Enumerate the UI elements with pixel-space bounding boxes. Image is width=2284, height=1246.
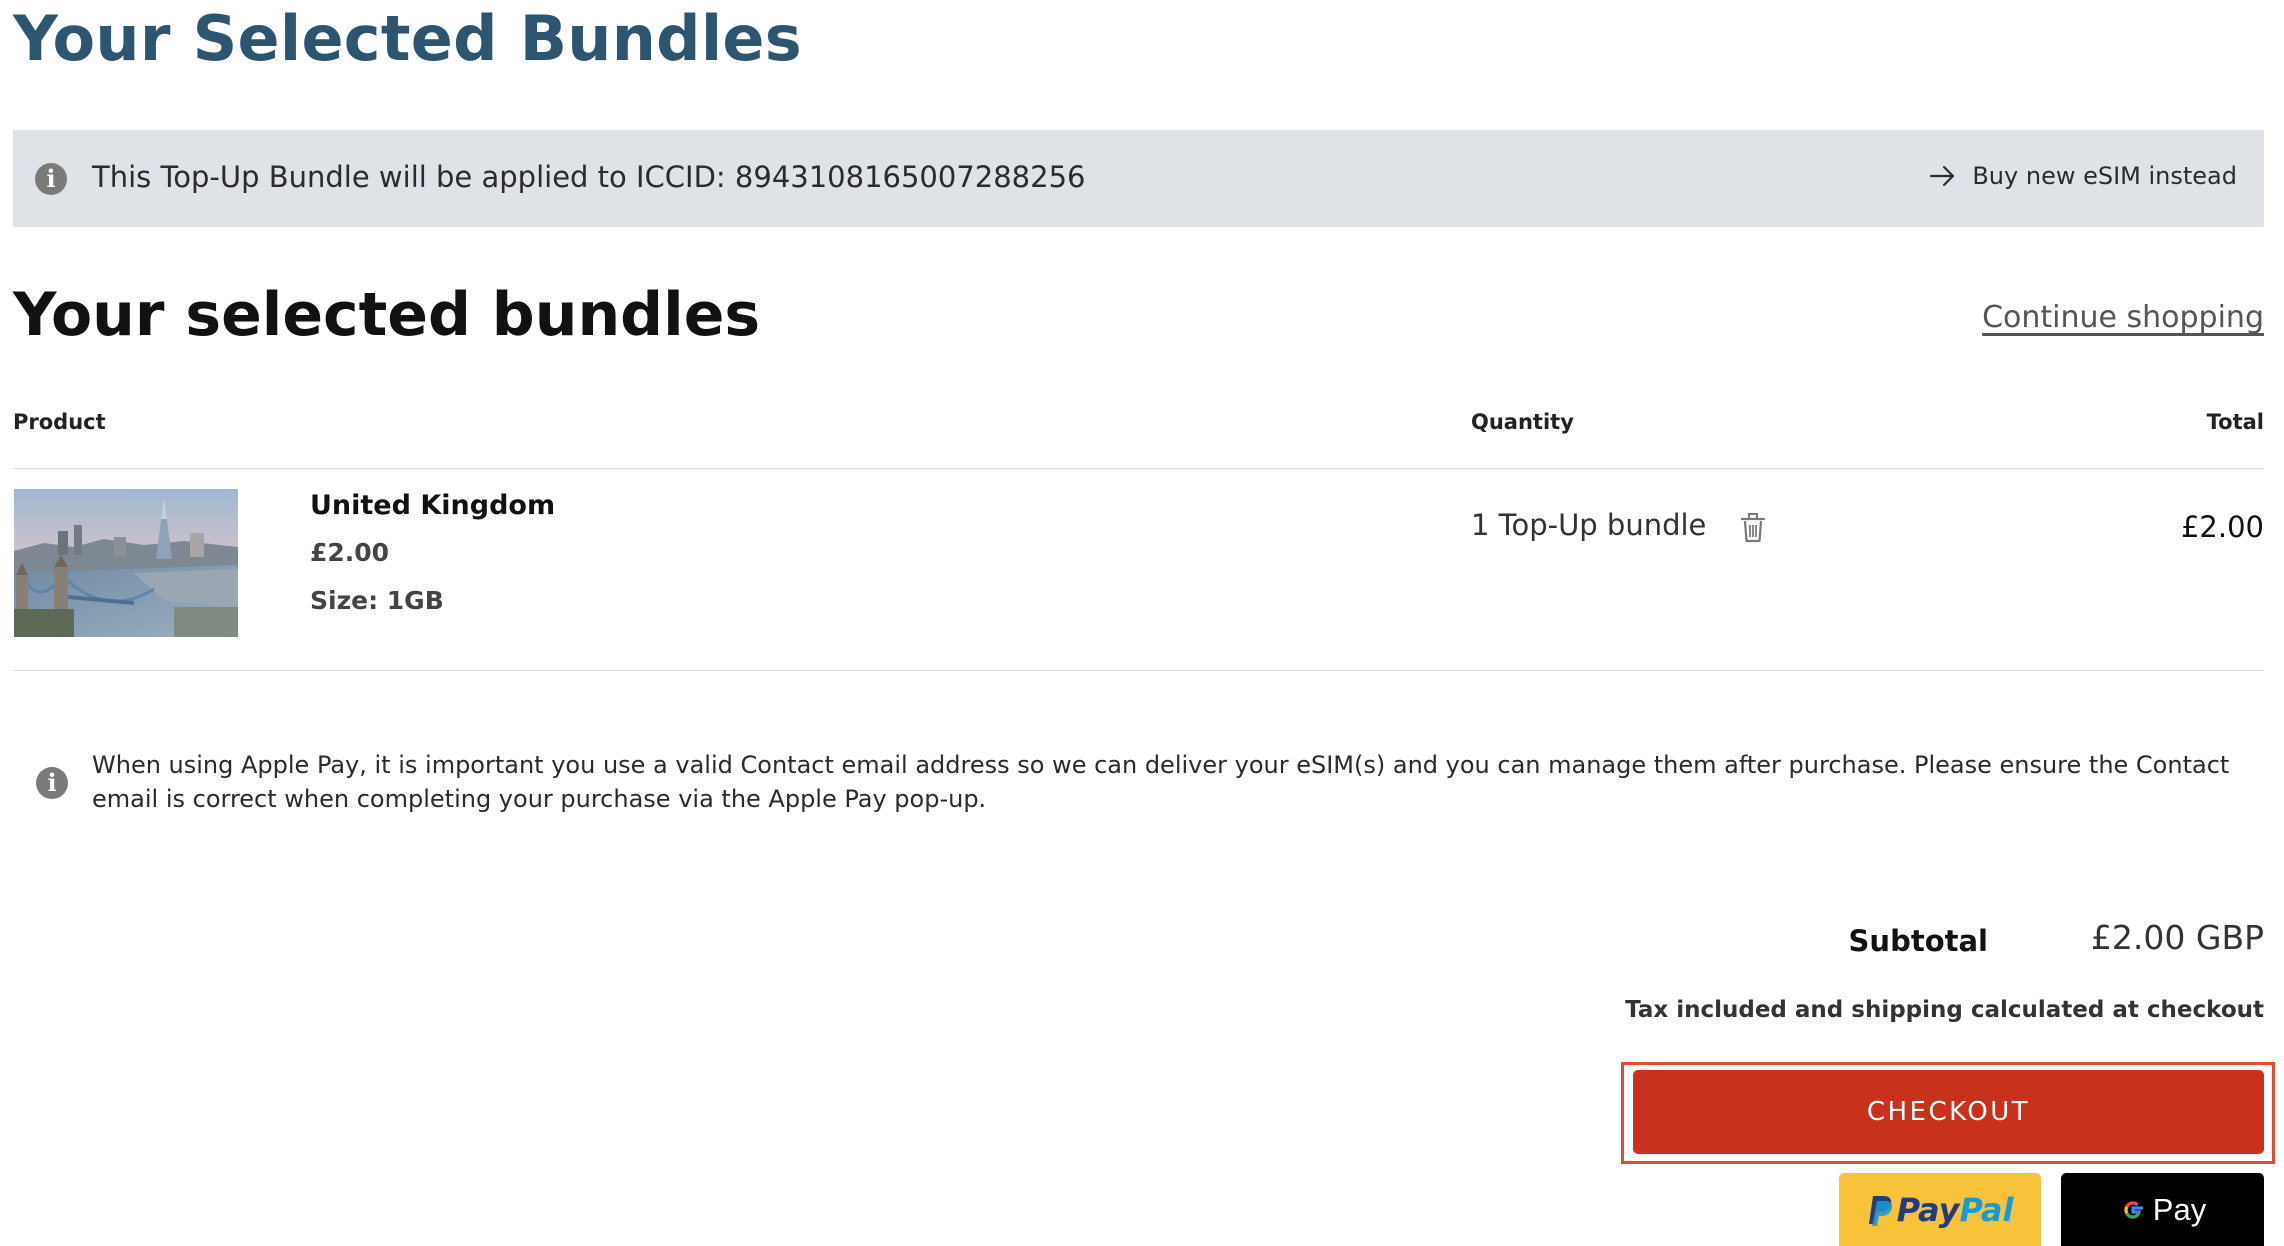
info-icon: i bbox=[35, 163, 67, 195]
london-skyline-image bbox=[14, 489, 238, 637]
arrow-right-icon bbox=[1930, 165, 1955, 187]
google-pay-label: Pay bbox=[2152, 1191, 2207, 1227]
apple-pay-notice: When using Apple Pay, it is important yo… bbox=[92, 751, 2230, 813]
line-total: £2.00 bbox=[2180, 510, 2264, 544]
google-pay-button[interactable]: Pay bbox=[2061, 1173, 2264, 1246]
quantity-column-header: Quantity bbox=[1471, 410, 1574, 434]
iccid-banner-text: This Top-Up Bundle will be applied to IC… bbox=[92, 160, 1086, 194]
table-divider bbox=[13, 468, 2264, 469]
page-heading: Your Selected Bundles bbox=[13, 2, 802, 75]
google-g-icon bbox=[2124, 1200, 2143, 1219]
subtotal-value: £2.00 GBP bbox=[2090, 918, 2264, 957]
quantity-text: 1 Top-Up bundle bbox=[1471, 508, 1707, 542]
product-size: Size: 1GB bbox=[310, 586, 444, 615]
checkout-button[interactable]: CHECKOUT bbox=[1633, 1070, 2264, 1154]
product-price: £2.00 bbox=[310, 538, 390, 567]
tax-note: Tax included and shipping calculated at … bbox=[1625, 997, 2264, 1023]
product-column-header: Product bbox=[13, 410, 106, 434]
cart-title: Your selected bundles bbox=[13, 280, 761, 350]
subtotal-label: Subtotal bbox=[1848, 924, 1988, 958]
paypal-pal-text: Pal bbox=[1959, 1190, 2014, 1229]
continue-shopping-link[interactable]: Continue shopping bbox=[1982, 300, 2264, 335]
topup-banner: i This Top-Up Bundle will be applied to … bbox=[13, 130, 2264, 227]
paypal-pay-text: Pay bbox=[1896, 1190, 1960, 1229]
buy-new-esim-link[interactable]: Buy new eSIM instead bbox=[1928, 162, 2237, 190]
trash-icon[interactable] bbox=[1738, 512, 1768, 544]
paypal-button[interactable]: Pay Pal bbox=[1839, 1173, 2041, 1246]
table-divider bbox=[13, 670, 2264, 671]
product-name[interactable]: United Kingdom bbox=[310, 490, 555, 521]
buy-new-esim-label: Buy new eSIM instead bbox=[1972, 162, 2237, 190]
paypal-icon bbox=[1868, 1195, 1892, 1226]
total-column-header: Total bbox=[2206, 410, 2264, 434]
info-icon: i bbox=[36, 767, 68, 799]
